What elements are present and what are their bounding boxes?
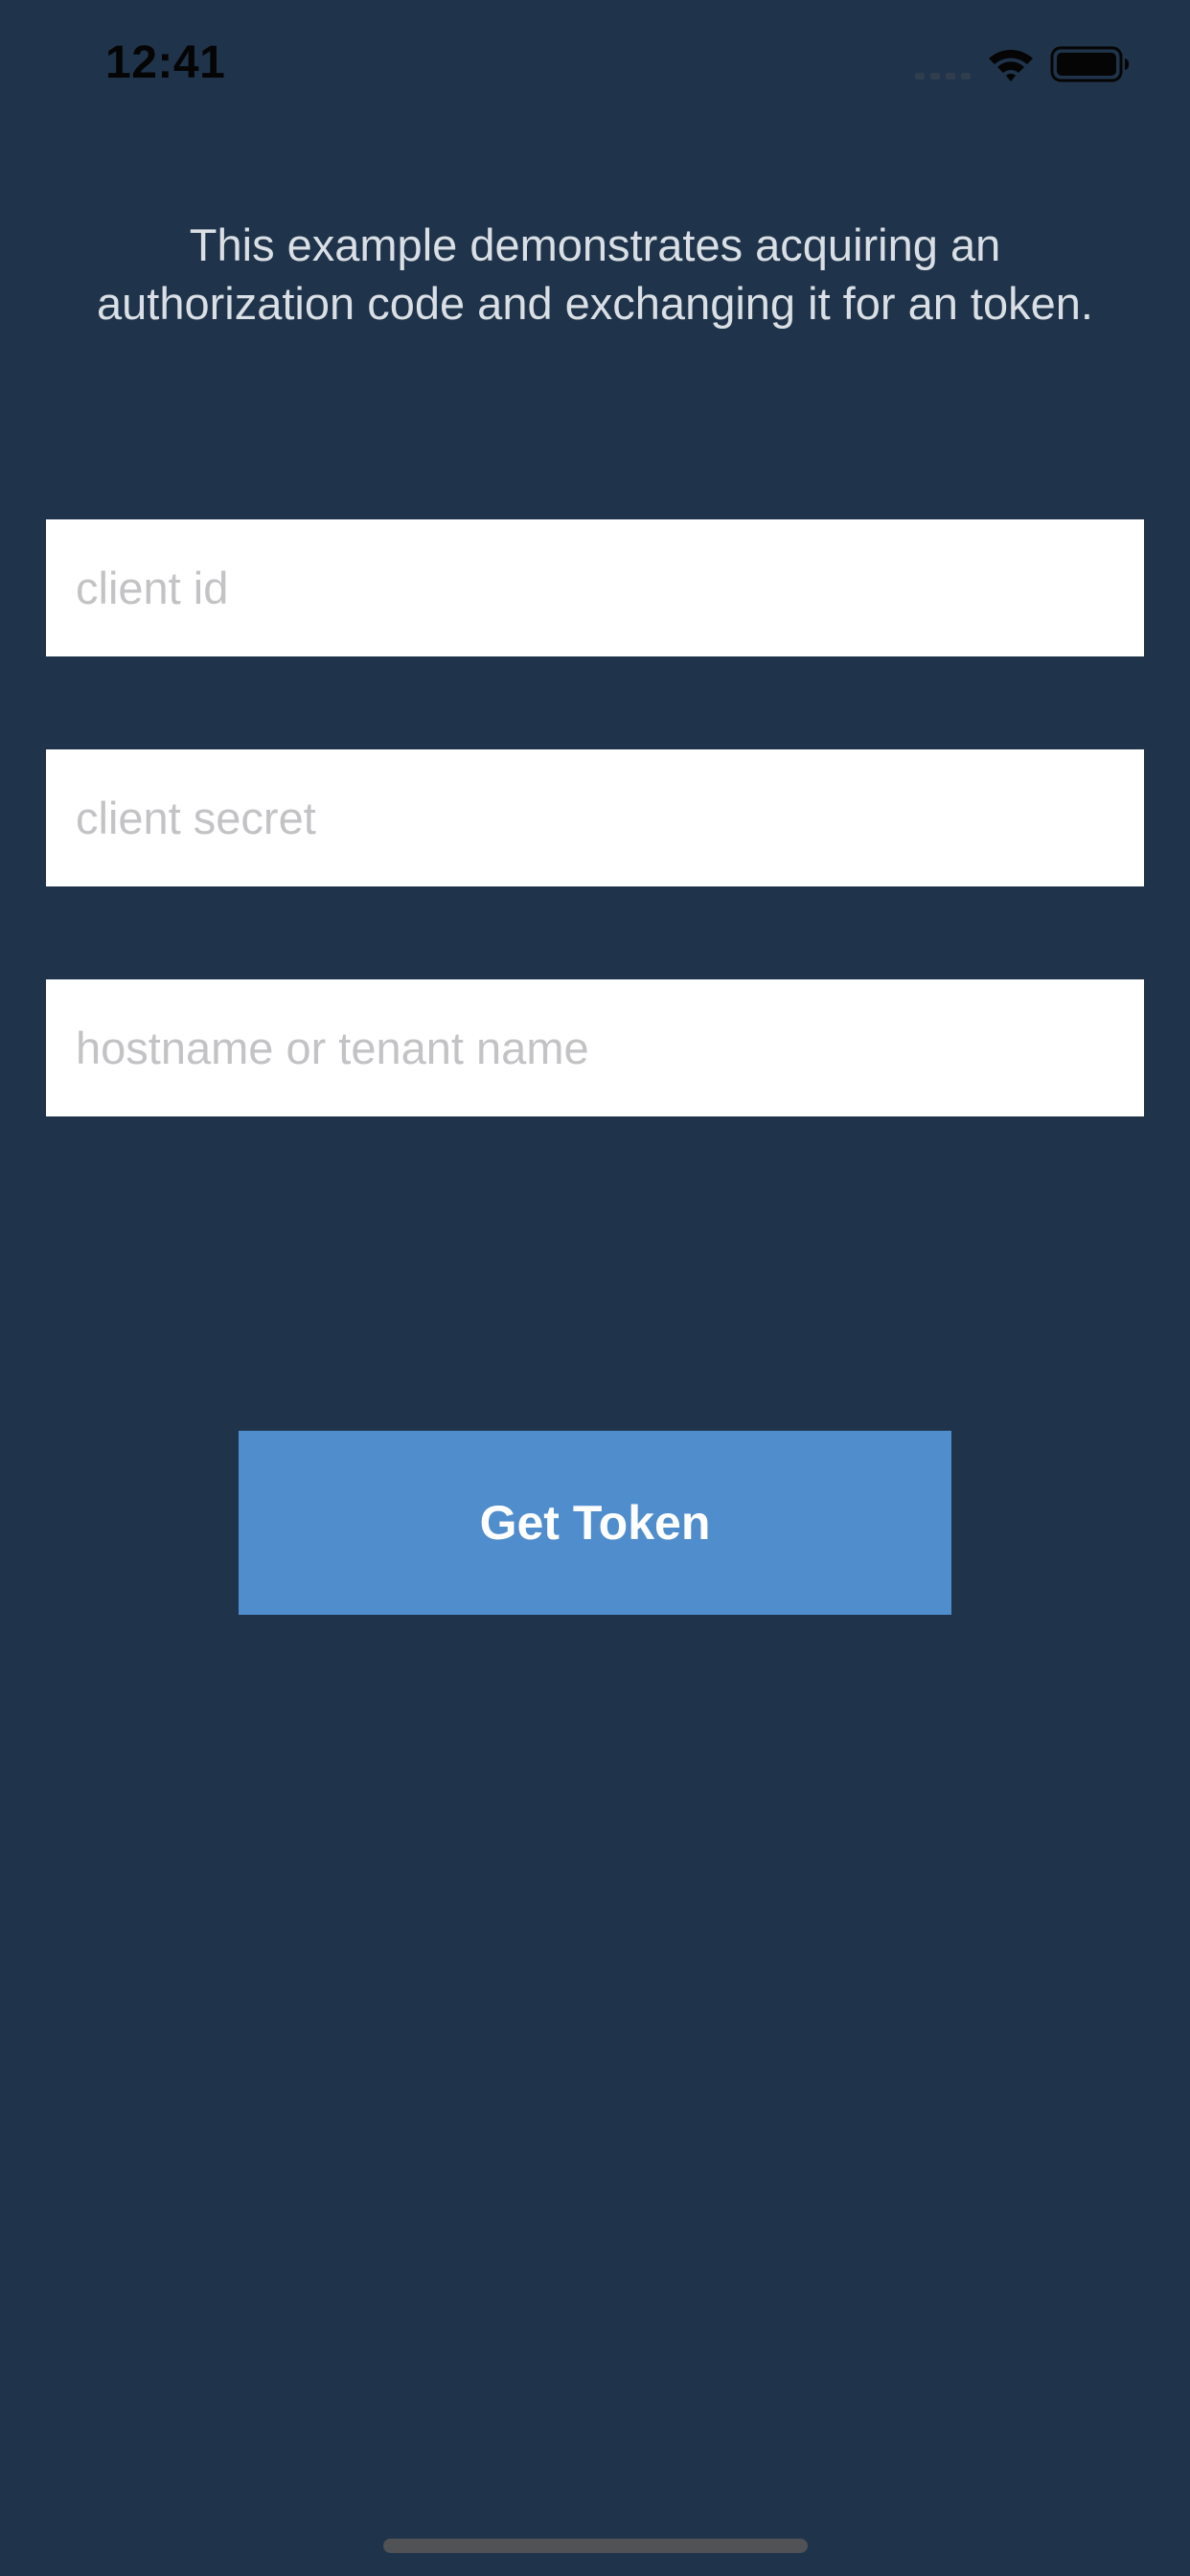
get-token-button[interactable]: Get Token bbox=[239, 1431, 951, 1615]
battery-icon bbox=[1050, 46, 1130, 82]
client-id-field[interactable] bbox=[46, 519, 1144, 656]
status-bar: 12:41 bbox=[0, 0, 1190, 126]
description-text: This example demonstrates acquiring an a… bbox=[97, 219, 1093, 329]
hostname-field[interactable] bbox=[46, 979, 1144, 1116]
wifi-icon bbox=[989, 50, 1033, 81]
signal-icon bbox=[915, 73, 971, 80]
home-indicator bbox=[383, 2539, 808, 2553]
client-secret-field[interactable] bbox=[46, 749, 1144, 886]
status-time: 12:41 bbox=[105, 37, 226, 88]
